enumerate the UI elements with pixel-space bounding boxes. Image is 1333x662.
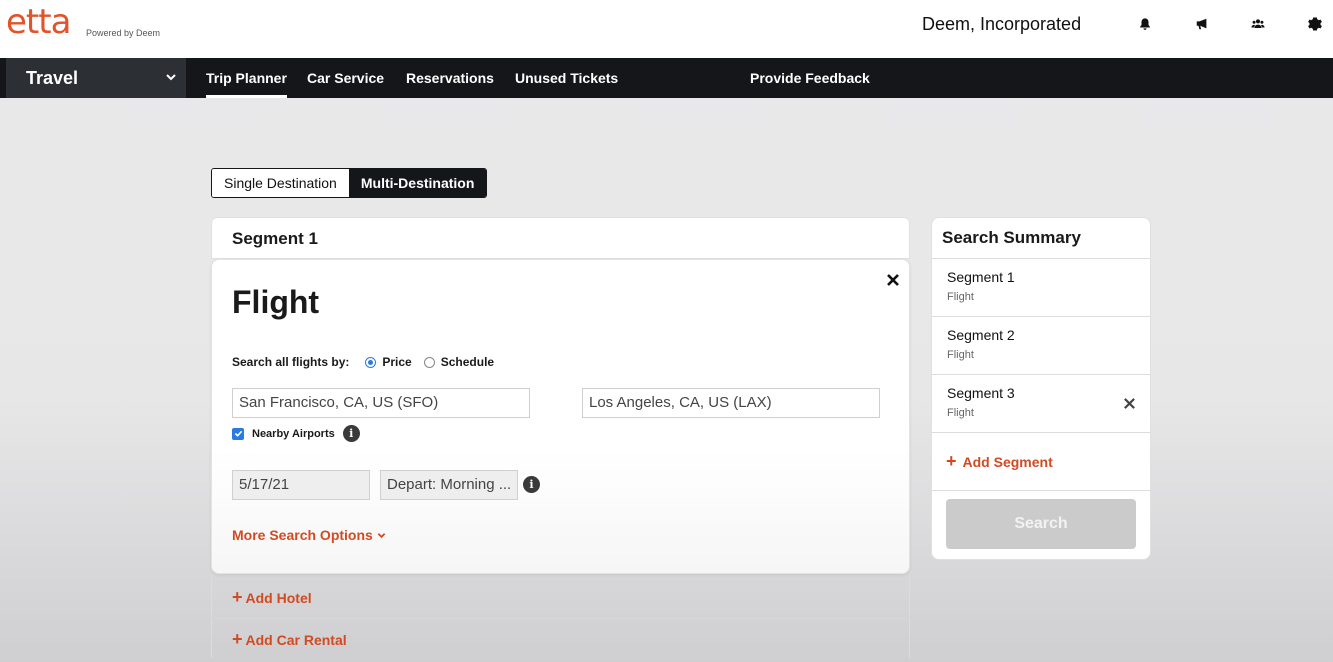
plus-icon: + xyxy=(946,451,957,471)
chevron-down-icon xyxy=(377,532,386,538)
search-by-label: Search all flights by: xyxy=(232,355,350,369)
summary-segment-name: Segment 2 xyxy=(947,327,1015,343)
company-name[interactable]: Deem, Incorporated xyxy=(922,14,1081,35)
nav-reservations[interactable]: Reservations xyxy=(406,58,494,98)
depart-info-icon[interactable]: i xyxy=(523,476,540,493)
multi-destination-button[interactable]: Multi-Destination xyxy=(348,169,487,197)
close-icon[interactable] xyxy=(885,272,901,288)
destination-toggle: Single Destination Multi-Destination xyxy=(211,168,488,198)
gear-icon[interactable] xyxy=(1305,14,1325,34)
summary-segment-type: Flight xyxy=(947,407,974,419)
date-input[interactable]: 5/17/21 xyxy=(232,470,370,500)
nearby-airports-checkbox[interactable] xyxy=(232,427,244,440)
travel-selector-label: Travel xyxy=(26,67,79,88)
destination-input[interactable]: Los Angeles, CA, US (LAX) xyxy=(582,388,880,418)
remove-segment-icon[interactable] xyxy=(1123,397,1136,410)
provide-feedback-link[interactable]: Provide Feedback xyxy=(750,58,870,98)
summary-segment-type: Flight xyxy=(947,291,974,303)
travel-selector[interactable]: Travel xyxy=(6,58,186,98)
add-segment-label: Add Segment xyxy=(962,453,1053,470)
more-search-options-link[interactable]: More Search Options xyxy=(232,527,386,543)
top-header: etta Powered by Deem Deem, Incorporated xyxy=(0,0,1333,58)
single-destination-button[interactable]: Single Destination xyxy=(212,169,349,197)
megaphone-icon[interactable] xyxy=(1192,14,1212,34)
summary-segment-type: Flight xyxy=(947,349,974,361)
nearby-airports-row: Nearby Airports i xyxy=(232,425,360,442)
nav-trip-planner[interactable]: Trip Planner xyxy=(206,58,287,98)
chevron-down-icon xyxy=(166,74,176,81)
checkmark-icon xyxy=(234,430,242,437)
nav-unused-tickets[interactable]: Unused Tickets xyxy=(515,58,618,98)
search-by-row: Search all flights by: Price Schedule xyxy=(232,355,494,369)
add-hotel-label: Add Hotel xyxy=(245,590,312,606)
logo-subtitle: Powered by Deem xyxy=(86,28,161,38)
etta-logo[interactable]: etta xyxy=(6,2,71,42)
schedule-radio[interactable] xyxy=(423,356,435,368)
summary-segment-item[interactable]: Segment 2 Flight xyxy=(932,317,1150,375)
nav-car-service[interactable]: Car Service xyxy=(307,58,384,98)
summary-segment-item[interactable]: Segment 3 Flight xyxy=(932,375,1150,433)
depart-time-select[interactable]: Depart: Morning ... xyxy=(380,470,518,500)
origin-input[interactable]: San Francisco, CA, US (SFO) xyxy=(232,388,530,418)
add-car-rental-label: Add Car Rental xyxy=(245,632,347,648)
info-icon[interactable]: i xyxy=(342,425,360,442)
plus-icon: + xyxy=(232,587,243,607)
nearby-airports-label: Nearby Airports xyxy=(252,427,335,440)
more-search-options-label: More Search Options xyxy=(232,527,373,543)
add-hotel-link[interactable]: + Add Hotel xyxy=(211,577,910,617)
users-icon[interactable] xyxy=(1248,14,1268,34)
main-nav: Travel Trip Planner Car Service Reservat… xyxy=(0,58,1333,98)
schedule-radio-label: Schedule xyxy=(440,355,495,369)
search-summary-panel: Search Summary Segment 1 Flight Segment … xyxy=(931,217,1151,560)
price-radio[interactable] xyxy=(365,356,377,368)
price-radio-label: Price xyxy=(382,355,412,369)
flight-card: Flight Search all flights by: Price Sche… xyxy=(211,259,910,574)
bell-icon[interactable] xyxy=(1135,14,1155,34)
add-car-rental-link[interactable]: + Add Car Rental xyxy=(211,618,910,658)
search-button[interactable]: Search xyxy=(946,499,1136,549)
summary-segment-name: Segment 1 xyxy=(947,269,1015,285)
flight-title: Flight xyxy=(232,284,320,320)
plus-icon: + xyxy=(232,629,243,649)
add-segment-button[interactable]: + Add Segment xyxy=(932,433,1150,491)
summary-segment-name: Segment 3 xyxy=(947,385,1015,401)
summary-segment-item[interactable]: Segment 1 Flight xyxy=(932,259,1150,317)
segment-header: Segment 1 xyxy=(211,217,910,259)
search-summary-title: Search Summary xyxy=(932,218,1150,259)
